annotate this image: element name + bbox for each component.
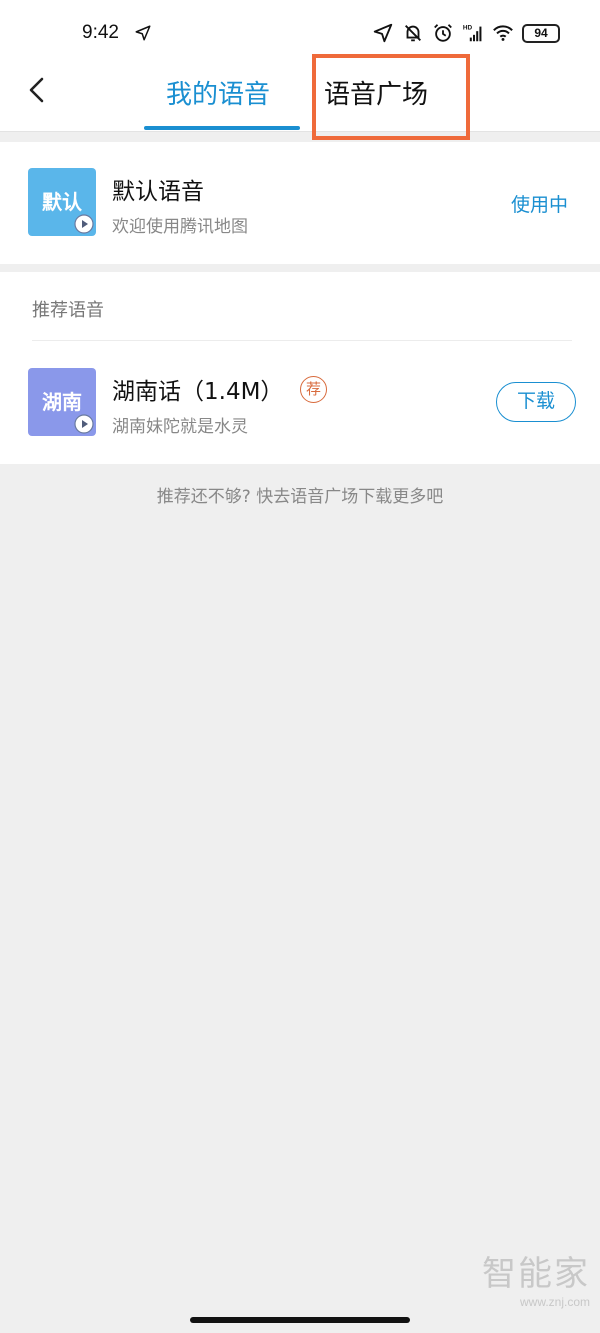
alarm-icon xyxy=(434,24,452,42)
back-arrow-icon[interactable] xyxy=(22,74,54,106)
battery-icon: 94 xyxy=(522,23,560,43)
status-bar: 9:42 HD 94 xyxy=(0,0,600,64)
svg-text:HD: HD xyxy=(463,24,473,31)
thumbnail-label: 默认 xyxy=(42,190,82,214)
bell-off-icon xyxy=(405,25,421,42)
footer-hint: 推荐还不够? 快去语音广场下载更多吧 xyxy=(156,487,444,507)
home-indicator[interactable] xyxy=(190,1317,410,1323)
active-tab-indicator xyxy=(144,126,300,130)
voice-description: 湖南妹陀就是水灵 xyxy=(112,417,248,437)
voice-title: 默认语音 xyxy=(112,179,204,205)
section-title: 推荐语音 xyxy=(32,300,104,321)
recommend-card: 推荐语音 湖南 湖南话（1.4M） 荐 湖南妹陀就是水灵 下载 xyxy=(0,272,600,464)
download-button[interactable]: 下载 xyxy=(496,382,576,422)
hd-signal-icon: HD xyxy=(463,24,482,42)
default-voice-card[interactable]: 默认 默认语音 欢迎使用腾讯地图 使用中 xyxy=(0,142,600,264)
status-time: 9:42 xyxy=(82,22,119,43)
tab-my-voice[interactable]: 我的语音 xyxy=(166,74,270,111)
recommend-badge: 荐 xyxy=(300,376,327,403)
play-icon[interactable] xyxy=(74,214,94,234)
play-icon[interactable] xyxy=(74,414,94,434)
watermark: 智能家 www.znj.com xyxy=(482,1246,590,1309)
tab-voice-square[interactable]: 语音广场 xyxy=(324,74,428,111)
location-arrow-icon xyxy=(135,25,151,41)
voice-description: 欢迎使用腾讯地图 xyxy=(112,217,248,237)
voice-thumbnail[interactable]: 湖南 xyxy=(28,368,96,436)
status-icons: HD 94 xyxy=(372,22,560,44)
in-use-status: 使用中 xyxy=(510,194,568,216)
wifi-icon xyxy=(493,25,513,41)
watermark-url: www.znj.com xyxy=(519,1295,590,1309)
location-arrow-icon xyxy=(373,23,393,43)
divider xyxy=(32,340,572,341)
thumbnail-label: 湖南 xyxy=(42,390,82,414)
voice-thumbnail[interactable]: 默认 xyxy=(28,168,96,236)
watermark-text: 智能家 xyxy=(482,1254,590,1294)
voice-title: 湖南话（1.4M） xyxy=(112,379,284,405)
nav-bar: 我的语音 语音广场 xyxy=(0,64,600,132)
